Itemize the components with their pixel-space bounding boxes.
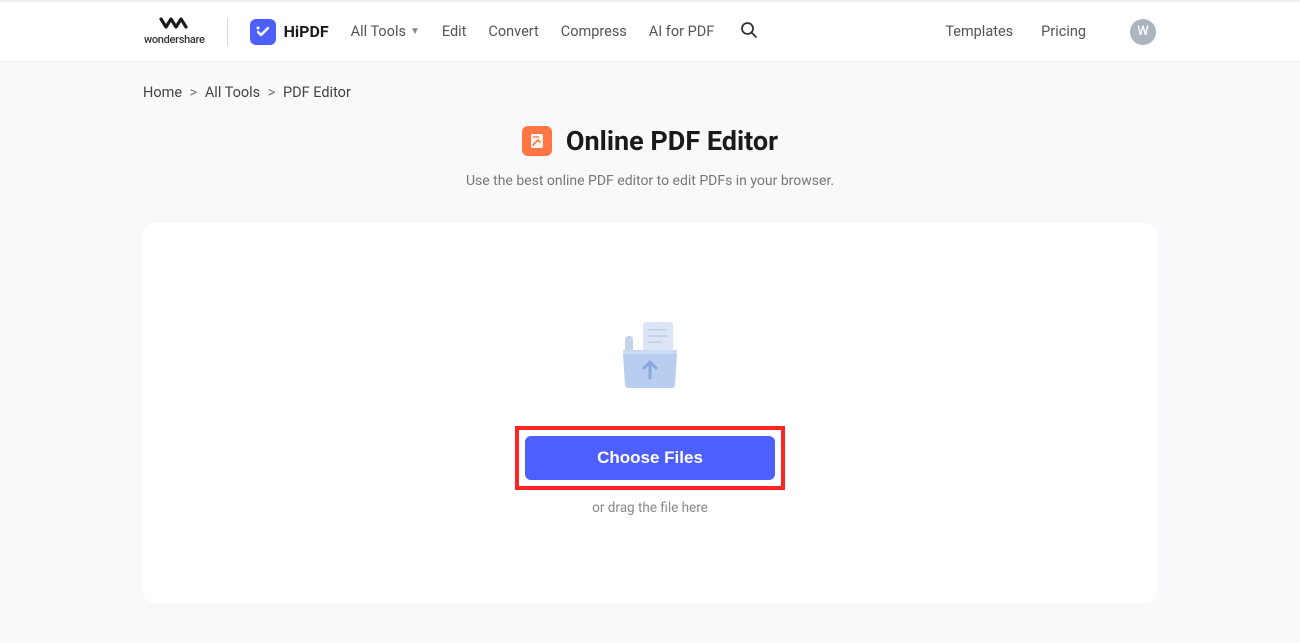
page-title: Online PDF Editor [566, 125, 778, 157]
nav-compress[interactable]: Compress [561, 23, 627, 40]
header: wondershare HiPDF All Tools ▼ Edit Conve… [0, 0, 1300, 62]
drag-hint: or drag the file here [592, 500, 708, 516]
wondershare-text: wondershare [144, 33, 205, 46]
breadcrumb-current: PDF Editor [283, 84, 351, 101]
page-content: Home > All Tools > PDF Editor Online PDF… [143, 62, 1157, 643]
upload-card[interactable]: Choose Files or drag the file here [143, 223, 1157, 603]
nav-pricing[interactable]: Pricing [1041, 23, 1086, 40]
nav-ai-pdf[interactable]: AI for PDF [649, 23, 715, 40]
nav-templates[interactable]: Templates [945, 23, 1013, 40]
search-icon[interactable] [740, 21, 758, 43]
page-subtitle: Use the best online PDF editor to edit P… [143, 173, 1157, 189]
hipdf-logo[interactable]: HiPDF [250, 19, 329, 45]
page-title-row: Online PDF Editor [143, 125, 1157, 157]
divider [227, 18, 228, 46]
breadcrumb-home[interactable]: Home [143, 84, 182, 101]
pdf-editor-icon [522, 126, 552, 156]
upload-folder-icon [605, 310, 695, 400]
avatar[interactable]: W [1130, 19, 1156, 45]
nav: All Tools ▼ Edit Convert Compress AI for… [351, 21, 759, 43]
nav-edit[interactable]: Edit [442, 23, 467, 40]
hipdf-icon [250, 19, 276, 45]
breadcrumb-all-tools[interactable]: All Tools [205, 84, 260, 101]
breadcrumb-separator: > [268, 84, 276, 101]
choose-files-highlight: Choose Files [515, 426, 785, 490]
nav-all-tools[interactable]: All Tools ▼ [351, 23, 420, 40]
breadcrumb-separator: > [190, 84, 198, 101]
chevron-down-icon: ▼ [410, 26, 420, 37]
breadcrumb: Home > All Tools > PDF Editor [143, 62, 1157, 117]
header-inner: wondershare HiPDF All Tools ▼ Edit Conve… [28, 17, 1272, 46]
wondershare-logo[interactable]: wondershare [144, 17, 205, 46]
nav-all-tools-label: All Tools [351, 23, 406, 40]
nav-convert[interactable]: Convert [488, 23, 538, 40]
header-right: Templates Pricing W [945, 19, 1156, 45]
wondershare-icon [159, 17, 189, 31]
header-left: wondershare HiPDF All Tools ▼ Edit Conve… [144, 17, 758, 46]
hipdf-text: HiPDF [284, 22, 329, 41]
choose-files-button[interactable]: Choose Files [525, 436, 775, 480]
